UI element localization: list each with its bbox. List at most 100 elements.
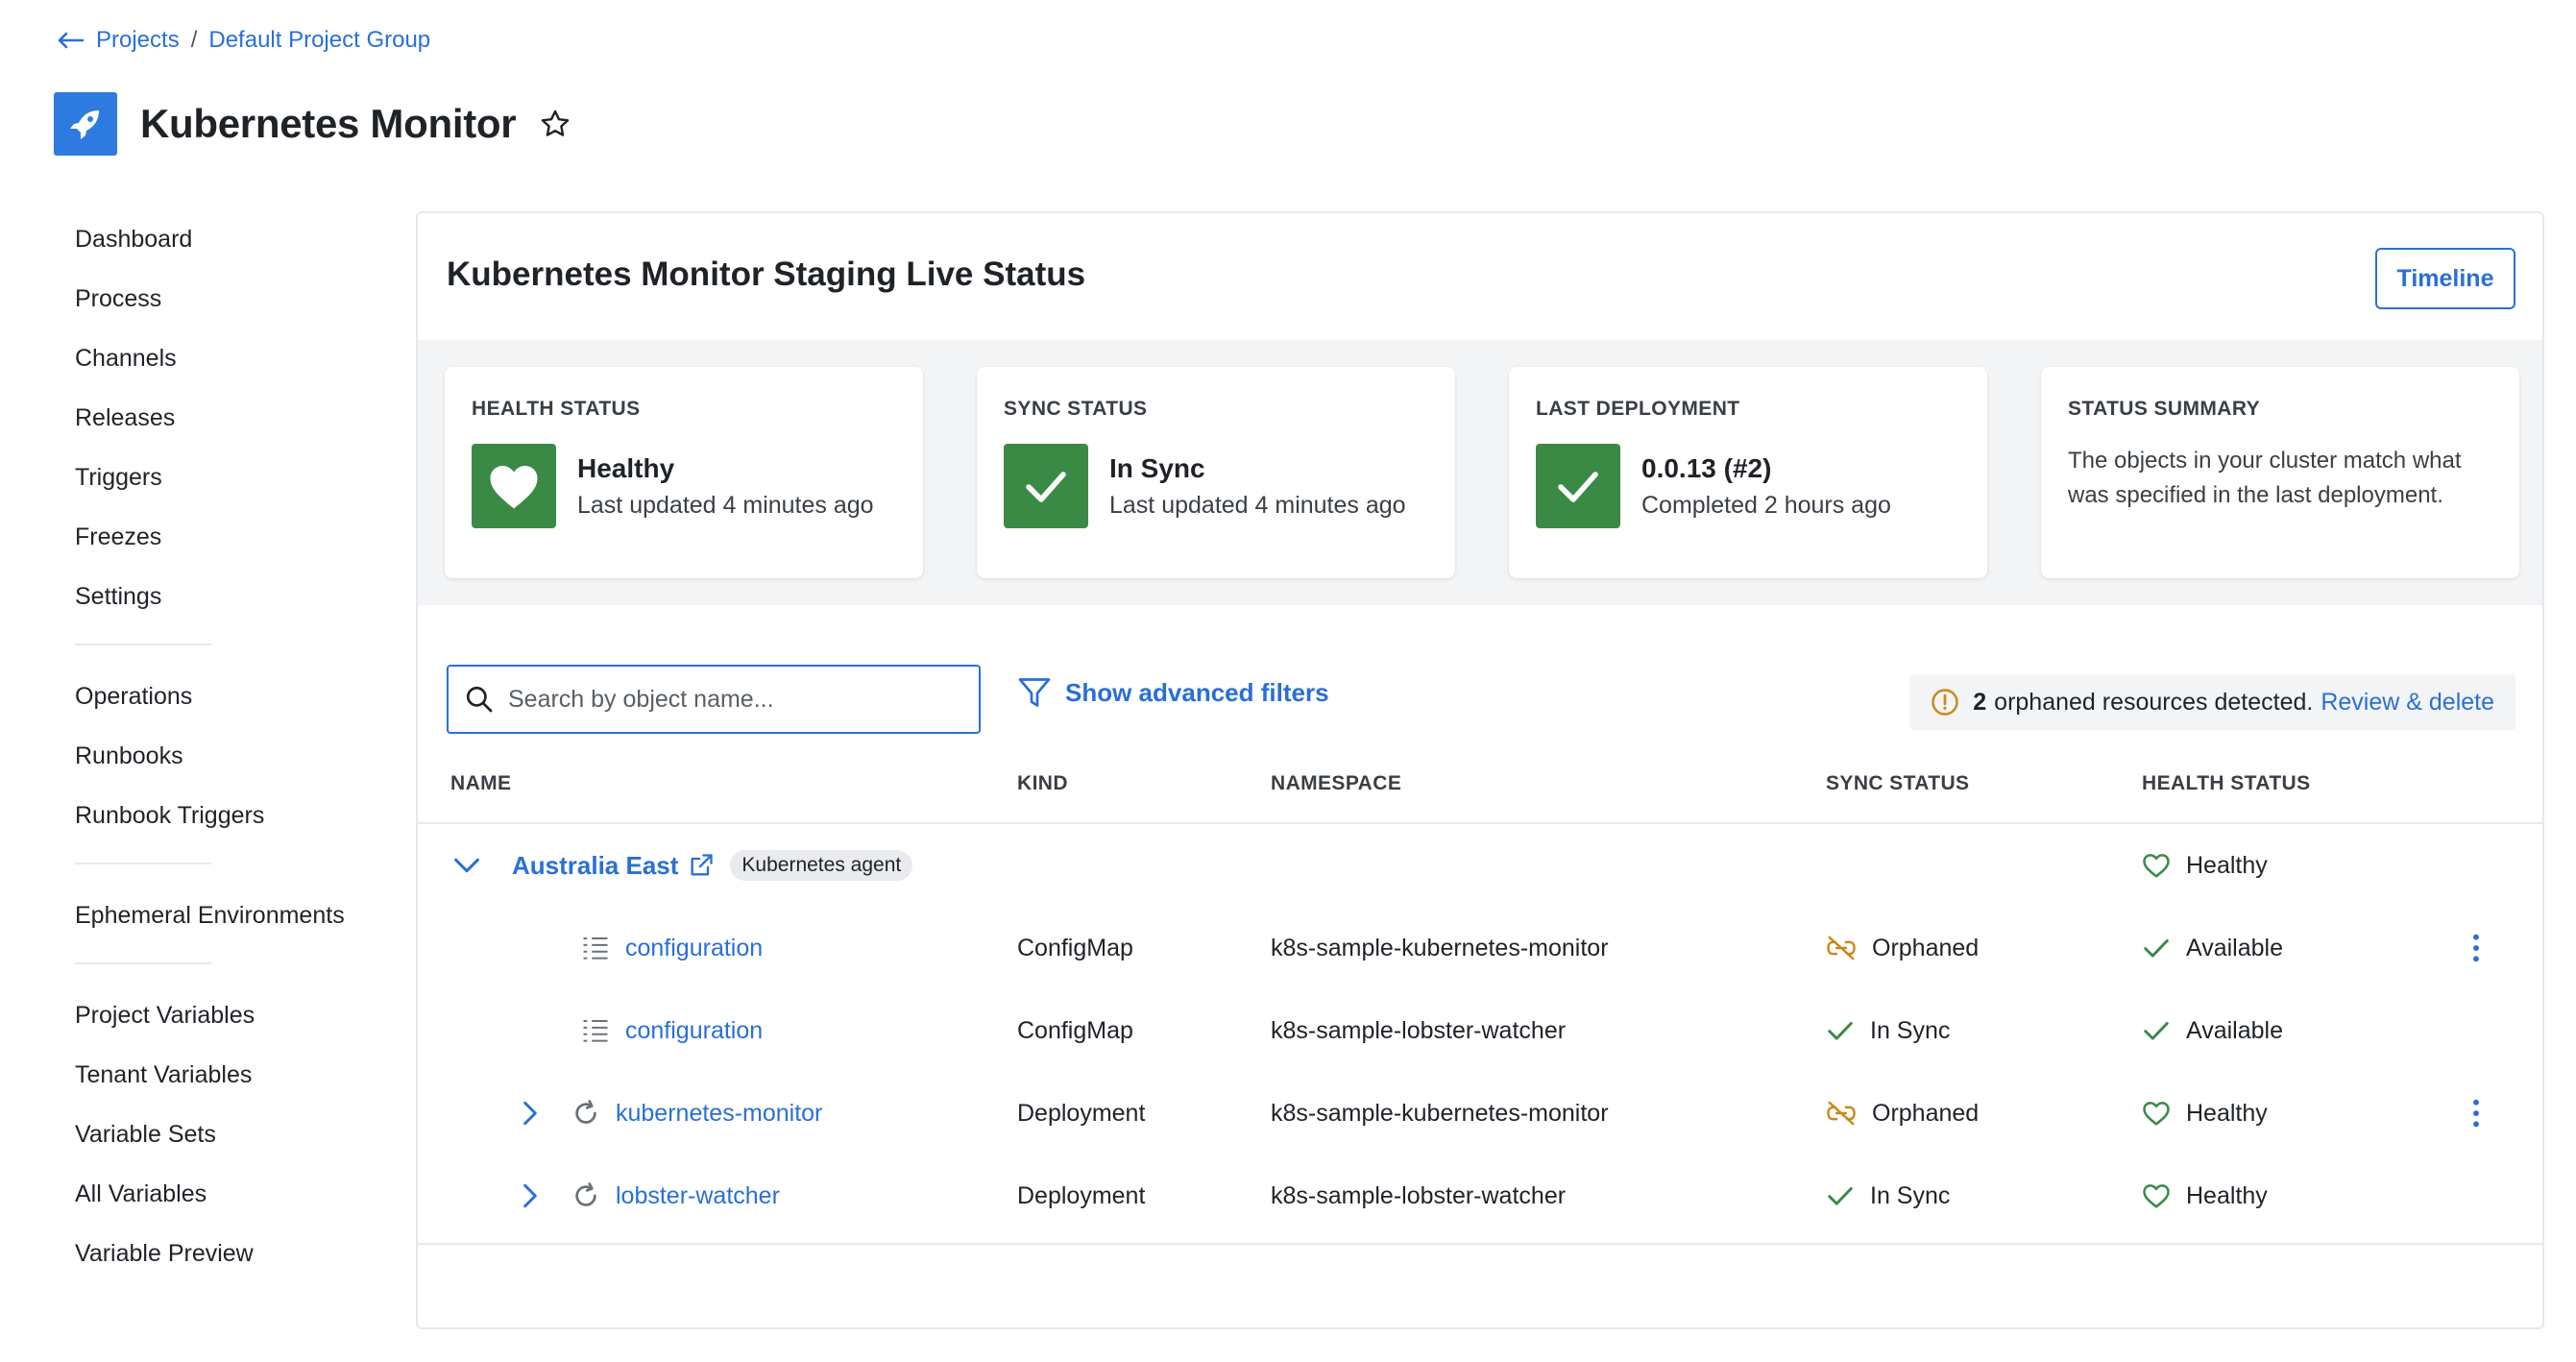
health-status-card: HEALTH STATUS Healthy Last updated 4 min… <box>445 367 923 578</box>
resource-name-link[interactable]: kubernetes-monitor <box>616 1100 822 1128</box>
column-header-sync-status[interactable]: SYNC STATUS <box>1826 772 1969 795</box>
list-icon <box>581 1017 610 1044</box>
resource-namespace: k8s-sample-kubernetes-monitor <box>1271 1099 1609 1127</box>
health-status-value: Healthy <box>2186 1181 2268 1209</box>
sidebar-item-freezes[interactable]: Freezes <box>75 513 382 572</box>
sync-status-value: In Sync <box>1870 1016 1951 1044</box>
check-icon <box>2142 935 2171 961</box>
list-icon <box>581 935 610 961</box>
sidebar-item-settings[interactable]: Settings <box>75 572 382 632</box>
agent-badge: Kubernetes agent <box>730 850 913 881</box>
sidebar-item-variable-sets[interactable]: Variable Sets <box>75 1110 382 1170</box>
broken-link-icon <box>1826 1100 1857 1127</box>
orphan-message: orphaned resources detected. <box>1994 688 2314 716</box>
breadcrumb-separator: / <box>190 27 198 53</box>
filter-icon <box>1017 676 1065 709</box>
resource-name-link[interactable]: lobster-watcher <box>616 1182 780 1210</box>
sidebar-item-project-variables[interactable]: Project Variables <box>75 991 382 1051</box>
sidebar-item-runbook-triggers[interactable]: Runbook Triggers <box>75 791 382 851</box>
more-options-icon[interactable] <box>2471 1072 2481 1155</box>
search-input[interactable] <box>508 685 969 714</box>
resource-namespace: k8s-sample-lobster-watcher <box>1271 1181 1567 1209</box>
status-summary-label: STATUS SUMMARY <box>2068 398 2261 420</box>
search-icon <box>464 684 495 715</box>
table-row: configuration ConfigMap k8s-sample-lobst… <box>418 989 2542 1072</box>
sidebar-item-releases[interactable]: Releases <box>75 394 382 453</box>
sidebar-divider <box>75 863 211 864</box>
sync-status-label: SYNC STATUS <box>1004 398 1148 420</box>
table-row: lobster-watcher Deployment k8s-sample-lo… <box>418 1155 2542 1237</box>
advanced-filters-label: Show advanced filters <box>1065 677 1329 707</box>
heart-outline-icon <box>2142 1100 2171 1127</box>
broken-link-icon <box>1826 935 1857 961</box>
resource-namespace: k8s-sample-lobster-watcher <box>1271 1016 1567 1044</box>
resource-kind: ConfigMap <box>1017 934 1133 961</box>
health-status-value: Healthy <box>577 452 675 483</box>
sidebar-item-ephemeral-environments[interactable]: Ephemeral Environments <box>75 891 382 951</box>
sync-status-value: Orphaned <box>1872 934 1980 961</box>
panel-title: Kubernetes Monitor Staging Live Status <box>447 255 1086 293</box>
column-header-namespace[interactable]: NAMESPACE <box>1271 772 1401 795</box>
sidebar-item-operations[interactable]: Operations <box>75 672 382 732</box>
advanced-filters-toggle[interactable]: Show advanced filters <box>1017 676 1329 709</box>
health-status-value: Healthy <box>2186 1099 2268 1127</box>
health-status-updated: Last updated 4 minutes ago <box>577 491 874 519</box>
more-options-icon[interactable] <box>2471 907 2481 989</box>
table-row: kubernetes-monitor Deployment k8s-sample… <box>418 1072 2542 1155</box>
last-deployment-label: LAST DEPLOYMENT <box>1536 398 1740 420</box>
sidebar-item-variable-preview[interactable]: Variable Preview <box>75 1229 382 1289</box>
column-header-name[interactable]: NAME <box>450 772 511 795</box>
review-delete-link[interactable]: Review & delete <box>2321 689 2494 717</box>
status-summary-text: The objects in your cluster match what w… <box>2068 448 2462 508</box>
orphan-count: 2 <box>1973 688 1987 716</box>
warning-circle-icon <box>1931 688 1973 717</box>
project-sidebar: Dashboard Process Channels Releases Trig… <box>75 215 382 1289</box>
search-box <box>447 665 981 734</box>
chevron-down-icon[interactable] <box>450 849 483 882</box>
sync-status-card: SYNC STATUS In Sync Last updated 4 minut… <box>977 367 1455 578</box>
sync-status-value: In Sync <box>1109 452 1205 483</box>
resource-name-link[interactable]: configuration <box>625 935 763 962</box>
sync-status-updated: Last updated 4 minutes ago <box>1109 491 1406 519</box>
heart-outline-icon <box>2142 852 2171 879</box>
sidebar-item-process[interactable]: Process <box>75 275 382 334</box>
sidebar-item-dashboard[interactable]: Dashboard <box>75 215 382 275</box>
refresh-icon <box>571 1181 600 1210</box>
last-deployment-version[interactable]: 0.0.13 (#2) <box>1641 453 1891 484</box>
target-group-name[interactable]: Australia East <box>512 851 678 881</box>
resource-kind: ConfigMap <box>1017 1016 1133 1044</box>
breadcrumb-projects-link[interactable]: Projects <box>96 27 180 54</box>
last-deployment-completed: Completed 2 hours ago <box>1641 491 1891 519</box>
chevron-right-icon[interactable] <box>518 1098 543 1129</box>
table-bottom-divider <box>418 1243 2542 1245</box>
check-icon <box>2142 1017 2171 1044</box>
check-icon <box>1536 444 1620 528</box>
project-header: Kubernetes Monitor <box>54 92 571 156</box>
timeline-button[interactable]: Timeline <box>2375 248 2515 309</box>
sidebar-divider <box>75 962 211 964</box>
star-outline-icon[interactable] <box>539 108 571 140</box>
group-health-value: Healthy <box>2186 851 2268 879</box>
sidebar-divider <box>75 644 211 645</box>
back-arrow-icon[interactable] <box>56 31 96 50</box>
column-header-kind[interactable]: KIND <box>1017 772 1068 795</box>
page-title: Kubernetes Monitor <box>140 101 517 146</box>
resource-namespace: k8s-sample-kubernetes-monitor <box>1271 934 1609 961</box>
sidebar-item-tenant-variables[interactable]: Tenant Variables <box>75 1051 382 1110</box>
table-row: configuration ConfigMap k8s-sample-kuber… <box>418 907 2542 989</box>
resource-name-link[interactable]: configuration <box>625 1017 763 1045</box>
column-header-health-status[interactable]: HEALTH STATUS <box>2142 772 2311 795</box>
check-icon <box>1826 1017 1855 1044</box>
status-summary-card: STATUS SUMMARY The objects in your clust… <box>2041 367 2519 578</box>
sidebar-item-runbooks[interactable]: Runbooks <box>75 732 382 791</box>
heart-outline-icon <box>2142 1182 2171 1209</box>
sync-status-value: Orphaned <box>1872 1099 1980 1127</box>
sidebar-item-triggers[interactable]: Triggers <box>75 453 382 513</box>
check-icon <box>1826 1182 1855 1209</box>
external-link-icon[interactable] <box>688 852 715 879</box>
breadcrumb-group-link[interactable]: Default Project Group <box>208 27 430 54</box>
sidebar-item-all-variables[interactable]: All Variables <box>75 1170 382 1229</box>
sidebar-item-channels[interactable]: Channels <box>75 334 382 394</box>
chevron-right-icon[interactable] <box>518 1180 543 1211</box>
breadcrumb: Projects / Default Project Group <box>56 27 430 54</box>
